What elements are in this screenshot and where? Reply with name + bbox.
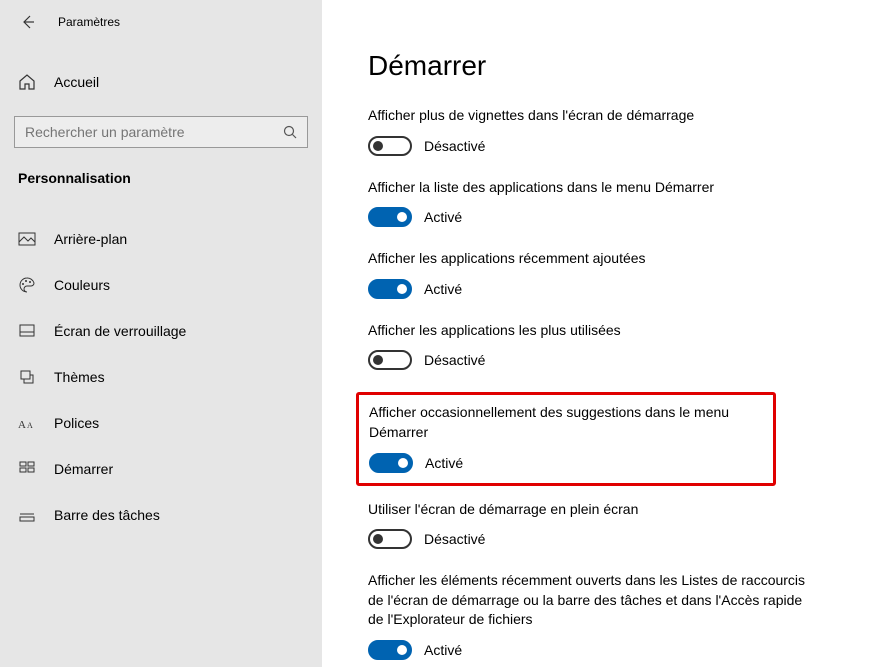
sidebar-item-fonts[interactable]: AA Polices [0,400,322,446]
sidebar-item-label: Barre des tâches [54,507,160,523]
palette-icon [18,276,36,294]
toggle-switch[interactable] [368,136,412,156]
toggle-switch[interactable] [368,350,412,370]
sidebar-item-label: Couleurs [54,277,110,293]
main-content: Démarrer Afficher plus de vignettes dans… [322,0,871,667]
toggle-row: Activé [368,279,831,299]
sidebar: Paramètres Accueil Personnalisation Arri… [0,0,322,667]
sidebar-item-start[interactable]: Démarrer [0,446,322,492]
setting-label: Afficher les applications récemment ajou… [368,249,808,269]
toggle-state-label: Activé [424,281,462,297]
fonts-icon: AA [18,414,36,432]
nav-list: Arrière-plan Couleurs Écran de verrouill… [0,216,322,538]
setting-label: Afficher les applications les plus utili… [368,321,808,341]
toggle-state-label: Activé [424,209,462,225]
setting-block: Afficher les applications récemment ajou… [368,249,831,299]
sidebar-item-label: Démarrer [54,461,113,477]
home-nav[interactable]: Accueil [0,62,322,102]
arrow-left-icon [20,14,36,30]
toggle-row: Activé [368,640,831,660]
picture-icon [18,230,36,248]
setting-block: Afficher occasionnellement des suggestio… [356,392,776,485]
toggle-state-label: Activé [425,455,463,471]
toggle-state-label: Désactivé [424,531,485,547]
sidebar-item-label: Thèmes [54,369,105,385]
sidebar-item-background[interactable]: Arrière-plan [0,216,322,262]
toggle-switch[interactable] [368,207,412,227]
sidebar-item-themes[interactable]: Thèmes [0,354,322,400]
toggle-row: Activé [369,453,763,473]
sidebar-item-taskbar[interactable]: Barre des tâches [0,492,322,538]
home-label: Accueil [54,74,99,90]
window-title: Paramètres [58,15,120,29]
sidebar-item-label: Arrière-plan [54,231,127,247]
start-icon [18,460,36,478]
setting-label: Afficher occasionnellement des suggestio… [369,403,763,442]
setting-block: Afficher les éléments récemment ouverts … [368,571,831,660]
topbar: Paramètres [0,0,322,44]
toggle-switch[interactable] [368,640,412,660]
setting-block: Afficher la liste des applications dans … [368,178,831,228]
sidebar-item-label: Polices [54,415,99,431]
sidebar-item-lockscreen[interactable]: Écran de verrouillage [0,308,322,354]
setting-label: Afficher les éléments récemment ouverts … [368,571,808,630]
setting-label: Afficher la liste des applications dans … [368,178,808,198]
setting-label: Afficher plus de vignettes dans l'écran … [368,106,808,126]
sidebar-item-label: Écran de verrouillage [54,323,186,339]
home-icon [18,73,36,91]
svg-text:A: A [18,419,26,430]
toggle-row: Désactivé [368,136,831,156]
page-title: Démarrer [368,50,831,82]
setting-block: Afficher les applications les plus utili… [368,321,831,371]
setting-label: Utiliser l'écran de démarrage en plein é… [368,500,808,520]
setting-block: Afficher plus de vignettes dans l'écran … [368,106,831,156]
toggle-switch[interactable] [368,279,412,299]
search-input[interactable] [14,116,308,148]
back-button[interactable] [20,14,36,30]
toggle-row: Désactivé [368,529,831,549]
toggle-switch[interactable] [369,453,413,473]
toggle-state-label: Désactivé [424,138,485,154]
toggle-row: Désactivé [368,350,831,370]
svg-text:A: A [27,421,33,430]
taskbar-icon [18,506,36,524]
toggle-switch[interactable] [368,529,412,549]
category-label: Personnalisation [0,148,322,200]
toggle-state-label: Activé [424,642,462,658]
sidebar-item-colors[interactable]: Couleurs [0,262,322,308]
toggle-row: Activé [368,207,831,227]
setting-block: Utiliser l'écran de démarrage en plein é… [368,500,831,550]
toggle-state-label: Désactivé [424,352,485,368]
themes-icon [18,368,36,386]
lockscreen-icon [18,322,36,340]
